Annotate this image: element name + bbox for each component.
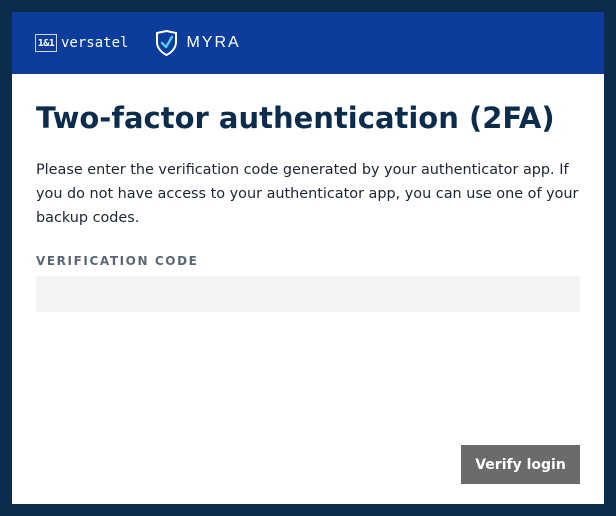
verification-code-label: VERIFICATION CODE — [36, 254, 199, 268]
one-and-one-mark: 1&1 — [35, 34, 57, 52]
verify-login-button[interactable]: Verify login — [461, 445, 580, 484]
login-card: 1&1 versatel MYRA Two-factor authenticat… — [12, 12, 604, 504]
brand-header: 1&1 versatel MYRA — [12, 12, 604, 74]
verification-code-input[interactable] — [36, 276, 580, 312]
instructions-text: Please enter the verification code gener… — [36, 162, 579, 226]
myra-logo: MYRA — [155, 30, 240, 56]
page-title: Two-factor authentication (2FA) — [36, 101, 555, 135]
versatel-wordmark: versatel — [61, 35, 129, 51]
versatel-logo: 1&1 versatel — [35, 34, 128, 52]
shield-check-icon — [155, 30, 178, 56]
main-content: Two-factor authentication (2FA) Please e… — [12, 74, 604, 312]
myra-wordmark: MYRA — [186, 34, 241, 51]
